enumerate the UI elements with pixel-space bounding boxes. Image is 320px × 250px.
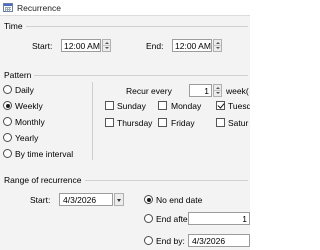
pattern-divider — [92, 82, 93, 160]
day-sunday-label[interactable]: Sunday — [117, 101, 146, 111]
recur-every-label: Recur every — [126, 86, 172, 96]
spin-down-icon[interactable] — [103, 46, 110, 52]
pattern-group-title: Pattern — [4, 70, 35, 80]
day-saturday-label[interactable]: Satur — [228, 118, 248, 128]
range-start-label: Start: — [30, 195, 51, 205]
pattern-group-line — [4, 75, 248, 76]
calendar-icon — [3, 3, 13, 12]
time-group-line — [4, 26, 248, 27]
no-end-date-radio[interactable] — [144, 195, 153, 204]
time-start-label: Start: — [32, 41, 53, 51]
recur-every-input[interactable]: 1 — [189, 84, 212, 97]
recur-every-spinner[interactable] — [213, 84, 222, 97]
day-tuesday-checkbox[interactable] — [216, 101, 225, 110]
time-start-spinner[interactable] — [102, 39, 111, 52]
time-end-input[interactable]: 12:00 AM — [172, 39, 212, 52]
end-after-radio[interactable] — [144, 214, 153, 223]
pattern-weekly-label[interactable]: Weekly — [15, 101, 43, 111]
pattern-daily-radio[interactable] — [3, 85, 12, 94]
day-tuesday-label[interactable]: Tuesd — [228, 101, 250, 111]
pattern-yearly-radio[interactable] — [3, 133, 12, 142]
day-friday-checkbox[interactable] — [158, 118, 167, 127]
time-end-label: End: — [146, 41, 164, 51]
spin-down-icon[interactable] — [214, 91, 221, 97]
day-friday-label[interactable]: Friday — [171, 118, 195, 128]
day-monday-label[interactable]: Monday — [171, 101, 201, 111]
end-after-input[interactable]: 1 — [188, 212, 250, 225]
day-saturday-checkbox[interactable] — [216, 118, 225, 127]
pattern-daily-label[interactable]: Daily — [15, 85, 34, 95]
end-by-date[interactable]: 4/3/2026 — [188, 234, 250, 247]
time-start-input[interactable]: 12:00 AM — [61, 39, 101, 52]
pattern-weekly-radio[interactable] — [3, 101, 12, 110]
pattern-interval-label[interactable]: By time interval — [15, 149, 73, 159]
range-start-date[interactable]: 4/3/2026 — [59, 193, 113, 206]
time-group-title: Time — [4, 21, 26, 31]
range-group-title: Range of recurrence — [4, 175, 85, 185]
day-monday-checkbox[interactable] — [158, 101, 167, 110]
time-end-spinner[interactable] — [213, 39, 222, 52]
day-thursday-label[interactable]: Thursday — [117, 118, 152, 128]
spin-down-icon[interactable] — [214, 46, 221, 52]
end-by-radio[interactable] — [144, 236, 153, 245]
day-thursday-checkbox[interactable] — [105, 118, 114, 127]
end-by-label[interactable]: End by: — [156, 236, 185, 246]
day-sunday-checkbox[interactable] — [105, 101, 114, 110]
no-end-date-label[interactable]: No end date — [156, 195, 202, 205]
recur-unit-label: week( — [226, 86, 249, 96]
pattern-interval-radio[interactable] — [3, 149, 12, 158]
chevron-down-icon[interactable] — [114, 193, 124, 206]
pattern-yearly-label[interactable]: Yearly — [15, 133, 38, 143]
pattern-monthly-radio[interactable] — [3, 117, 12, 126]
window-title: Recurrence — [17, 3, 61, 13]
pattern-monthly-label[interactable]: Monthly — [15, 117, 45, 127]
recurrence-dialog: Recurrence Time Start: 12:00 AM End: 12:… — [0, 0, 250, 250]
title-bar: Recurrence — [0, 0, 250, 16]
